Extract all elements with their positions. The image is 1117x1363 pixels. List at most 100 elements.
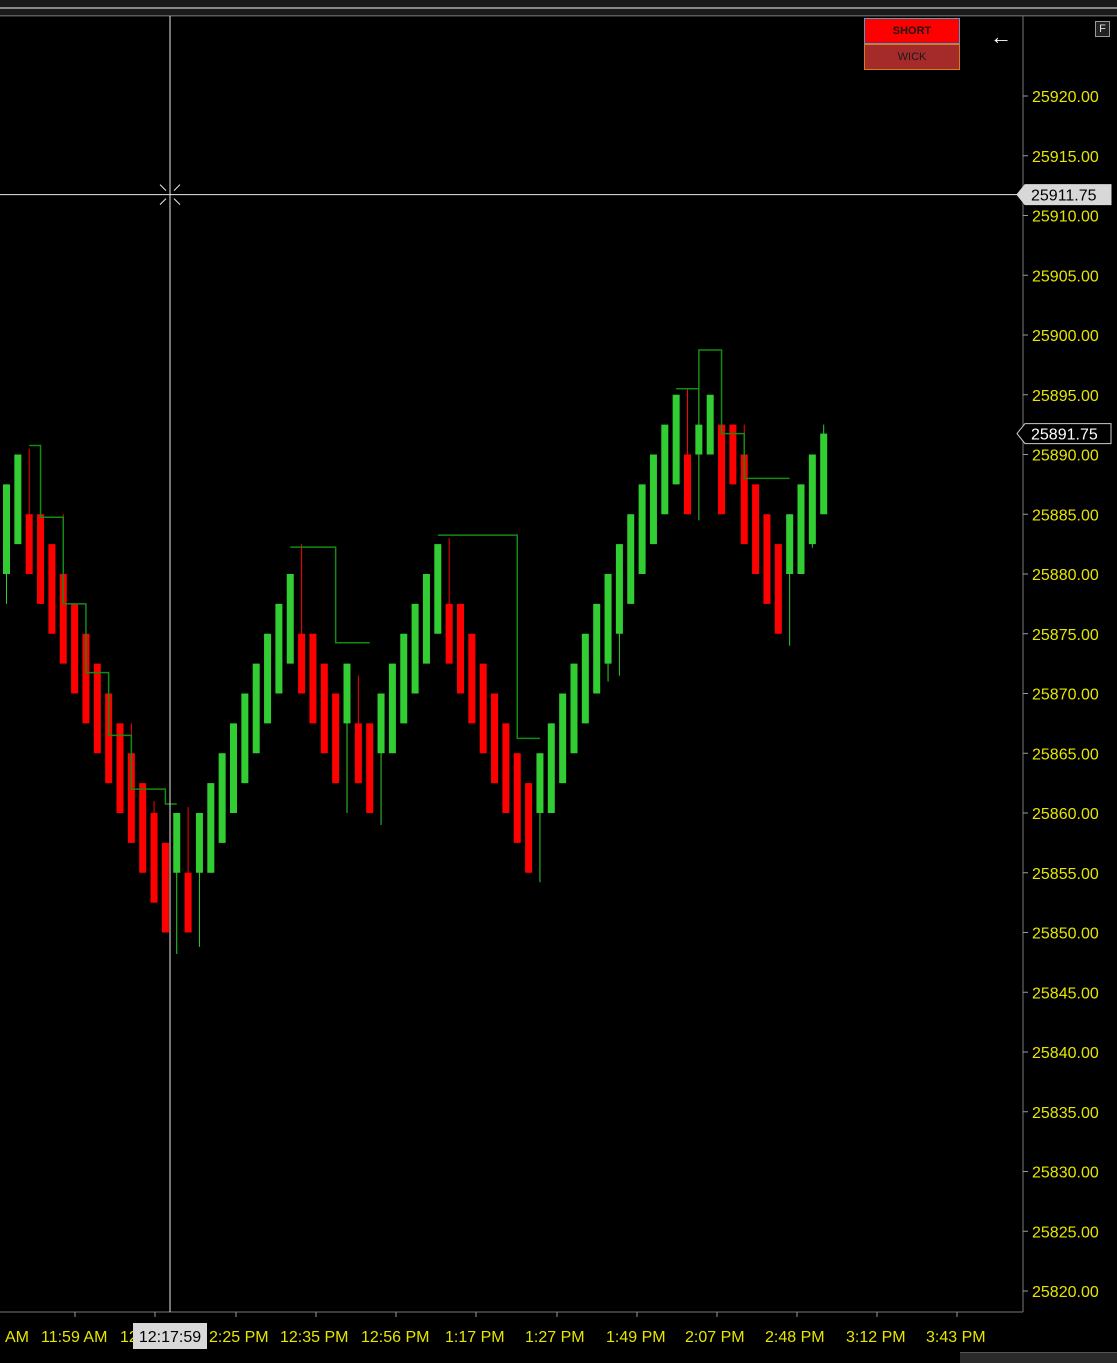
- time-tick-label: AM: [5, 1329, 29, 1346]
- price-tick-label: 25895.00: [1032, 388, 1099, 405]
- candle-up: [275, 603, 283, 694]
- price-tick-label: 25900.00: [1032, 328, 1099, 345]
- time-tick-label: 1:17 PM: [445, 1329, 505, 1346]
- price-tick-label: 25855.00: [1032, 866, 1099, 883]
- price-tick-label: 25835.00: [1032, 1105, 1099, 1122]
- time-tick-label: 12:56 PM: [361, 1329, 429, 1346]
- price-tick-label: 25915.00: [1032, 149, 1099, 166]
- candle-down: [150, 813, 158, 903]
- price-tick-label: 25860.00: [1032, 806, 1099, 823]
- candle-down: [752, 484, 760, 574]
- candle-down: [93, 663, 101, 754]
- candle-down: [774, 544, 782, 634]
- time-tick-label: 1:27 PM: [525, 1329, 585, 1346]
- price-tick-label: 25875.00: [1032, 627, 1099, 644]
- candle-up: [604, 574, 612, 664]
- candle-down: [184, 872, 192, 933]
- candle-down: [354, 723, 362, 784]
- price-tick-label: 25870.00: [1032, 687, 1099, 704]
- candle-down: [37, 514, 45, 604]
- candle-up: [230, 723, 237, 813]
- price-tick-label: 25865.00: [1032, 746, 1099, 763]
- candle-down: [513, 753, 521, 843]
- candle-up: [400, 633, 408, 724]
- candle-up: [377, 693, 385, 754]
- price-tick-label: 25820.00: [1032, 1284, 1099, 1301]
- candle-down: [718, 424, 726, 515]
- f-toggle-button[interactable]: F: [1095, 21, 1110, 37]
- candle-up: [706, 394, 714, 455]
- candle-down: [116, 723, 124, 813]
- candle-up: [627, 514, 635, 604]
- price-tick-label: 25905.00: [1032, 268, 1099, 285]
- price-tick-label: 25910.00: [1032, 209, 1099, 226]
- price-tick-label: 25845.00: [1032, 985, 1099, 1002]
- candle-up: [581, 633, 589, 724]
- price-tick-label: 25880.00: [1032, 567, 1099, 584]
- crosshair-layer: 25911.75 12:17:59: [0, 16, 1112, 1349]
- candle-up: [672, 394, 680, 485]
- candle-up: [388, 663, 396, 754]
- candle-down: [445, 603, 453, 664]
- candle-down: [491, 693, 499, 784]
- candle-up: [3, 484, 10, 574]
- candle-down: [332, 693, 340, 784]
- candle-up: [264, 633, 272, 724]
- candle-up: [14, 454, 22, 545]
- candle-up: [218, 753, 226, 843]
- candles-layer: [3, 352, 828, 955]
- candle-up: [559, 693, 567, 784]
- time-tick-label: 1:49 PM: [606, 1329, 666, 1346]
- axis-layer: 25920.00 25915.00 25910.00 25905.00 25900.00…: [5, 89, 1112, 1346]
- candle-down: [25, 514, 33, 574]
- candle-down: [684, 454, 691, 515]
- price-tick-label: 25920.00: [1032, 89, 1099, 106]
- time-tick-label: 2:48 PM: [765, 1329, 825, 1346]
- time-tick-label: 3:43 PM: [926, 1329, 986, 1346]
- candle-down: [763, 514, 771, 604]
- time-tick-label: 2:25 PM: [209, 1329, 269, 1346]
- wick-button[interactable]: WICK: [864, 44, 960, 70]
- candle-up: [797, 484, 805, 574]
- candle-up: [173, 813, 181, 873]
- candle-down: [525, 783, 533, 873]
- candle-down: [320, 663, 328, 754]
- price-chart[interactable]: 25920.00 25915.00 25910.00 25905.00 25900.00…: [0, 0, 1117, 1362]
- candle-up: [786, 514, 794, 574]
- price-tick-label: 25890.00: [1032, 448, 1099, 465]
- candle-down: [48, 544, 56, 634]
- candle-down: [502, 723, 510, 813]
- price-tick-label: 25850.00: [1032, 926, 1099, 943]
- candle-up: [638, 484, 646, 574]
- horizontal-scrollbar[interactable]: [960, 1352, 1117, 1363]
- candle-up: [661, 424, 669, 515]
- candle-up: [820, 433, 828, 515]
- crosshair-time-label: 12:17:59: [139, 1329, 201, 1346]
- candle-down: [161, 842, 169, 933]
- arrow-left-icon[interactable]: ←: [988, 24, 1014, 50]
- time-tick-label: 3:12 PM: [846, 1329, 906, 1346]
- candle-up: [343, 663, 351, 724]
- grid-layer: [0, 15, 1117, 1313]
- time-tick-label: 11:59 AM: [41, 1329, 107, 1346]
- candle-up: [570, 663, 578, 754]
- candle-up: [411, 603, 419, 694]
- candle-up: [808, 454, 816, 545]
- candle-up: [547, 723, 555, 813]
- candle-down: [479, 663, 487, 754]
- candle-up: [536, 753, 544, 813]
- candle-down: [457, 603, 464, 694]
- candle-down: [468, 633, 476, 724]
- candle-up: [252, 663, 260, 754]
- candle-up: [207, 783, 215, 873]
- candle-up: [241, 693, 249, 784]
- short-button[interactable]: SHORT: [864, 18, 960, 44]
- time-tick-label: 12:35 PM: [280, 1329, 348, 1346]
- crosshair-price-label: 25911.75: [1031, 188, 1097, 205]
- last-price-label: 25891.75: [1031, 427, 1098, 444]
- candle-down: [366, 723, 374, 813]
- candle-down: [71, 603, 79, 694]
- candle-down: [139, 783, 147, 873]
- candle-up: [286, 574, 294, 664]
- price-tick-label: 25840.00: [1032, 1045, 1099, 1062]
